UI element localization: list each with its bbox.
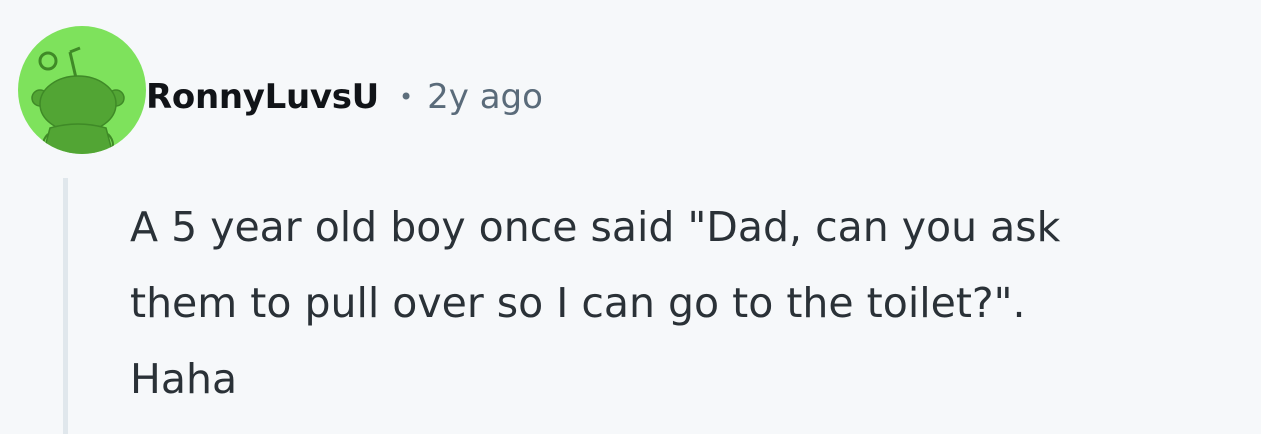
comment-body-line: A 5 year old boy once said "Dad, can you… xyxy=(130,203,1061,251)
username-link[interactable]: RonnyLuvsU xyxy=(146,77,379,117)
snoo-avatar-icon xyxy=(18,26,146,154)
separator-dot: • xyxy=(399,83,414,111)
thread-line[interactable] xyxy=(63,178,68,434)
comment-meta: RonnyLuvsU • 2y ago xyxy=(146,70,543,124)
comment-timestamp[interactable]: 2y ago xyxy=(427,77,543,117)
comment-body: A 5 year old boy once said "Dad, can you… xyxy=(130,189,1255,417)
comment-body-line: them to pull over so I can go to the toi… xyxy=(130,279,1026,327)
avatar[interactable] xyxy=(18,26,146,154)
comment-body-line: Haha xyxy=(130,355,238,403)
